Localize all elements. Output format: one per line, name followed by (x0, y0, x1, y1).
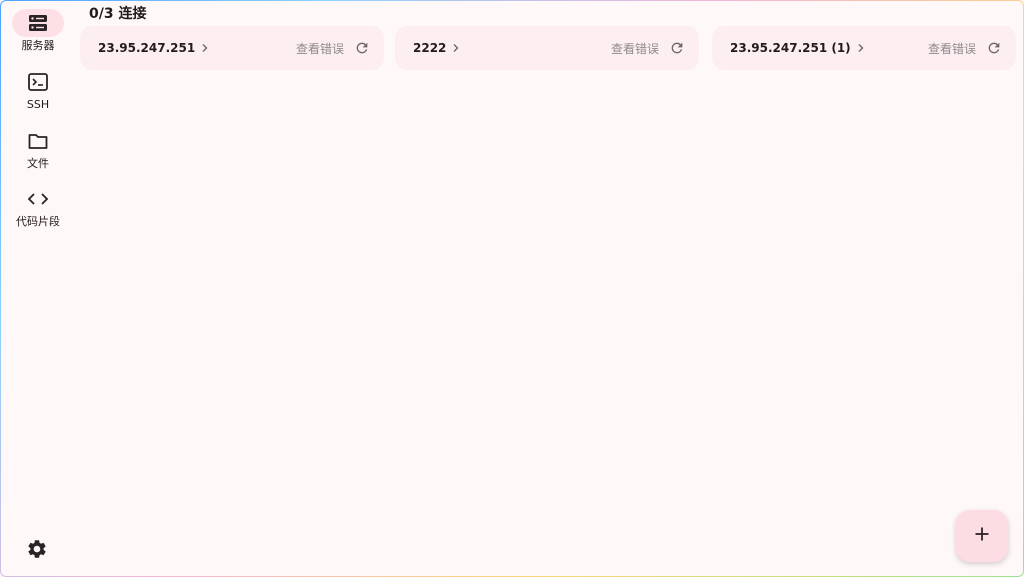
view-error-link[interactable]: 查看错误 (928, 40, 976, 57)
folder-icon (28, 132, 48, 150)
terminal-icon (28, 73, 48, 91)
nav-servers-indicator (12, 9, 64, 37)
add-server-button[interactable] (956, 510, 1008, 562)
server-name: 2222 (413, 41, 447, 55)
view-error-link[interactable]: 查看错误 (611, 40, 659, 57)
server-card[interactable]: 23.95.247.251 (1) 查看错误 (712, 26, 1016, 70)
nav-snippets-label: 代码片段 (16, 215, 60, 228)
nav-snippets[interactable]: 代码片段 (0, 185, 76, 229)
navigation-rail: 服务器 SSH 文件 代码片段 (0, 0, 76, 577)
server-name: 23.95.247.251 (1) (730, 41, 851, 55)
plus-icon (974, 526, 990, 546)
nav-files-label: 文件 (27, 157, 49, 170)
nav-snippets-indicator (12, 185, 64, 213)
nav-ssh-label: SSH (26, 98, 50, 111)
nav-ssh[interactable]: SSH (0, 68, 76, 112)
view-error-link[interactable]: 查看错误 (296, 40, 344, 57)
server-icon (28, 14, 48, 32)
nav-servers[interactable]: 服务器 (0, 9, 76, 53)
nav-ssh-indicator (12, 68, 64, 96)
chevron-right-icon (452, 43, 460, 53)
server-card[interactable]: 2222 查看错误 (395, 26, 699, 70)
app-window (0, 0, 1024, 577)
refresh-icon[interactable] (986, 40, 1002, 56)
chevron-right-icon (857, 43, 865, 53)
server-name: 23.95.247.251 (98, 41, 196, 55)
chevron-right-icon (201, 43, 209, 53)
nav-servers-label: 服务器 (21, 39, 55, 52)
refresh-icon[interactable] (669, 40, 685, 56)
gear-icon[interactable] (26, 538, 48, 560)
server-card[interactable]: 23.95.247.251 查看错误 (80, 26, 384, 70)
nav-files-indicator (12, 127, 64, 155)
code-icon (27, 191, 49, 207)
nav-files[interactable]: 文件 (0, 127, 76, 171)
connection-status: 0/3 连接 (89, 6, 147, 22)
refresh-icon[interactable] (354, 40, 370, 56)
